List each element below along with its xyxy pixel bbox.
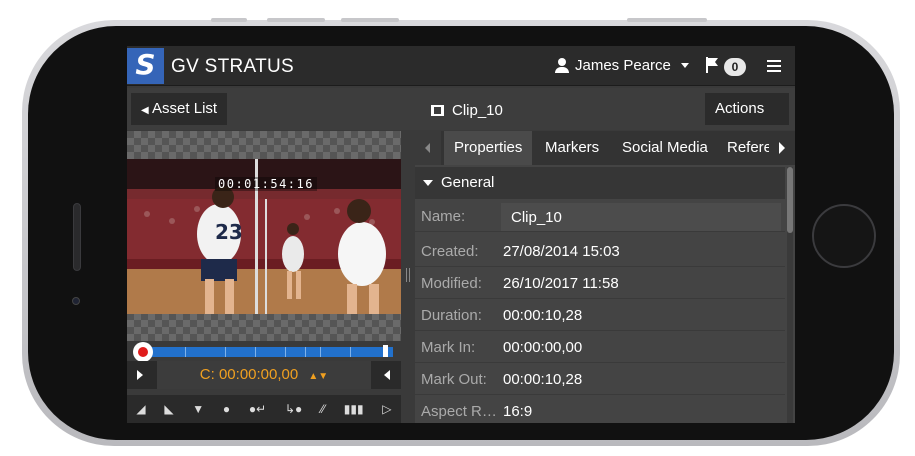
pin-out-icon[interactable]: ↳● bbox=[285, 402, 302, 416]
audio-levels-icon[interactable]: ▮▮▮ bbox=[344, 402, 364, 416]
actions-button[interactable]: Actions bbox=[705, 93, 789, 145]
timecode-field[interactable]: C: 00:00:00,00 ▲▼ bbox=[157, 361, 371, 389]
stepper-icon[interactable]: ▲▼ bbox=[308, 371, 328, 382]
property-row: Created: 27/08/2014 15:03 bbox=[415, 235, 785, 267]
mark-in-icon[interactable]: ◢ bbox=[136, 402, 145, 416]
play-forward-icon[interactable] bbox=[137, 370, 143, 380]
logo-icon[interactable]: S bbox=[127, 48, 164, 84]
name-input[interactable] bbox=[501, 203, 781, 231]
tab-references[interactable]: Refere bbox=[717, 131, 769, 165]
more-tools-icon[interactable]: ▷ bbox=[382, 402, 391, 416]
clip-title: Clip_10 bbox=[431, 102, 503, 119]
tabs-scroll-right-icon[interactable] bbox=[769, 131, 795, 165]
property-value: 27/08/2014 15:03 bbox=[503, 243, 620, 260]
volume-up-button bbox=[267, 18, 325, 22]
video-frame[interactable]: 23 00:01:54:16 bbox=[127, 159, 401, 314]
brand-name: GV STRATUS bbox=[171, 56, 294, 77]
scrollbar-thumb[interactable] bbox=[787, 167, 793, 233]
asset-titlebar: ◀ Asset List Clip_10 Actions bbox=[127, 88, 795, 145]
property-row: Aspect Ra... 16:9 bbox=[415, 395, 785, 423]
property-row: Duration: 00:00:10,28 bbox=[415, 299, 785, 331]
property-value: 26/10/2017 11:58 bbox=[503, 275, 619, 292]
properties-panel: Properties Markers Social Media Refere G… bbox=[415, 131, 795, 423]
clear-marks-icon[interactable]: ⁄⁄ bbox=[321, 402, 325, 416]
section-general[interactable]: General bbox=[415, 167, 785, 199]
property-label: Name: bbox=[421, 208, 466, 225]
user-menu[interactable]: James Pearce bbox=[555, 57, 689, 74]
svg-text:23: 23 bbox=[215, 220, 243, 244]
property-label: Aspect Ra... bbox=[421, 403, 501, 420]
film-icon bbox=[431, 105, 444, 116]
speaker-grille bbox=[73, 203, 81, 271]
menu-icon[interactable] bbox=[767, 60, 781, 72]
timecode-controls: C: 00:00:00,00 ▲▼ bbox=[127, 361, 401, 389]
tab-markers[interactable]: Markers bbox=[535, 131, 609, 165]
property-label: Created: bbox=[421, 243, 479, 260]
property-label: Mark Out: bbox=[421, 371, 487, 388]
home-button[interactable] bbox=[812, 204, 876, 268]
tab-properties[interactable]: Properties bbox=[444, 131, 533, 165]
volume-down-button bbox=[341, 18, 399, 22]
video-player: 23 00:01:54:16 C: 00:00:00,00 ▲▼ ◢ ◣ ▼ ●… bbox=[127, 131, 401, 423]
panel-scrollbar[interactable] bbox=[787, 167, 793, 423]
notification-badge[interactable]: 0 bbox=[724, 58, 746, 76]
play-backward-icon[interactable] bbox=[384, 370, 390, 380]
property-row: Mark In: 00:00:00,00 bbox=[415, 331, 785, 363]
clip-title-text: Clip_10 bbox=[452, 102, 503, 119]
chevron-down-icon bbox=[680, 63, 689, 68]
property-row: Mark Out: 00:00:10,28 bbox=[415, 363, 785, 395]
marker-toolbar: ◢ ◣ ▼ ● ●↵ ↳● ⁄⁄ ▮▮▮ ▷ bbox=[127, 395, 401, 423]
chevron-left-icon: ◀ bbox=[141, 105, 149, 116]
property-label: Modified: bbox=[421, 275, 482, 292]
timeline-bar[interactable] bbox=[135, 347, 393, 357]
panel-splitter[interactable] bbox=[401, 131, 415, 423]
property-value: 00:00:10,28 bbox=[503, 307, 583, 324]
property-value: 00:00:00,00 bbox=[503, 339, 583, 356]
tab-strip: Properties Markers Social Media Refere bbox=[415, 131, 795, 165]
property-label: Duration: bbox=[421, 307, 482, 324]
flag-icon[interactable] bbox=[705, 57, 719, 73]
top-navbar: S GV STRATUS James Pearce 0 bbox=[127, 46, 795, 86]
property-label: Mark In: bbox=[421, 339, 476, 356]
mark-out-handle[interactable] bbox=[383, 345, 388, 357]
mark-out-icon[interactable]: ◣ bbox=[164, 402, 173, 416]
property-row-name: Name: bbox=[415, 200, 785, 232]
property-row: Modified: 26/10/2017 11:58 bbox=[415, 267, 785, 299]
asset-list-label: Asset List bbox=[152, 100, 218, 117]
pin-in-icon[interactable]: ●↵ bbox=[249, 402, 266, 416]
tab-social-media[interactable]: Social Media bbox=[612, 131, 718, 165]
asset-list-button[interactable]: ◀ Asset List bbox=[131, 93, 228, 125]
pin-icon[interactable]: ● bbox=[223, 402, 230, 416]
mute-switch bbox=[211, 18, 247, 22]
user-name: James Pearce bbox=[575, 57, 671, 74]
front-camera bbox=[72, 297, 80, 305]
timecode-value: C: 00:00:00,00 bbox=[199, 366, 299, 383]
property-value: 16:9 bbox=[503, 403, 533, 420]
app-screen: S GV STRATUS James Pearce 0 ◀ Asset List… bbox=[127, 46, 795, 423]
property-value: 00:00:10,28 bbox=[503, 371, 583, 388]
playhead-record-icon[interactable] bbox=[133, 342, 153, 362]
video-timecode-overlay: 00:01:54:16 bbox=[215, 177, 317, 191]
marker-flag-icon[interactable]: ▼ bbox=[192, 402, 204, 416]
tabs-scroll-left-icon[interactable] bbox=[415, 131, 441, 165]
power-button bbox=[627, 18, 707, 22]
user-icon bbox=[555, 58, 569, 73]
actions-label: Actions bbox=[715, 100, 765, 117]
